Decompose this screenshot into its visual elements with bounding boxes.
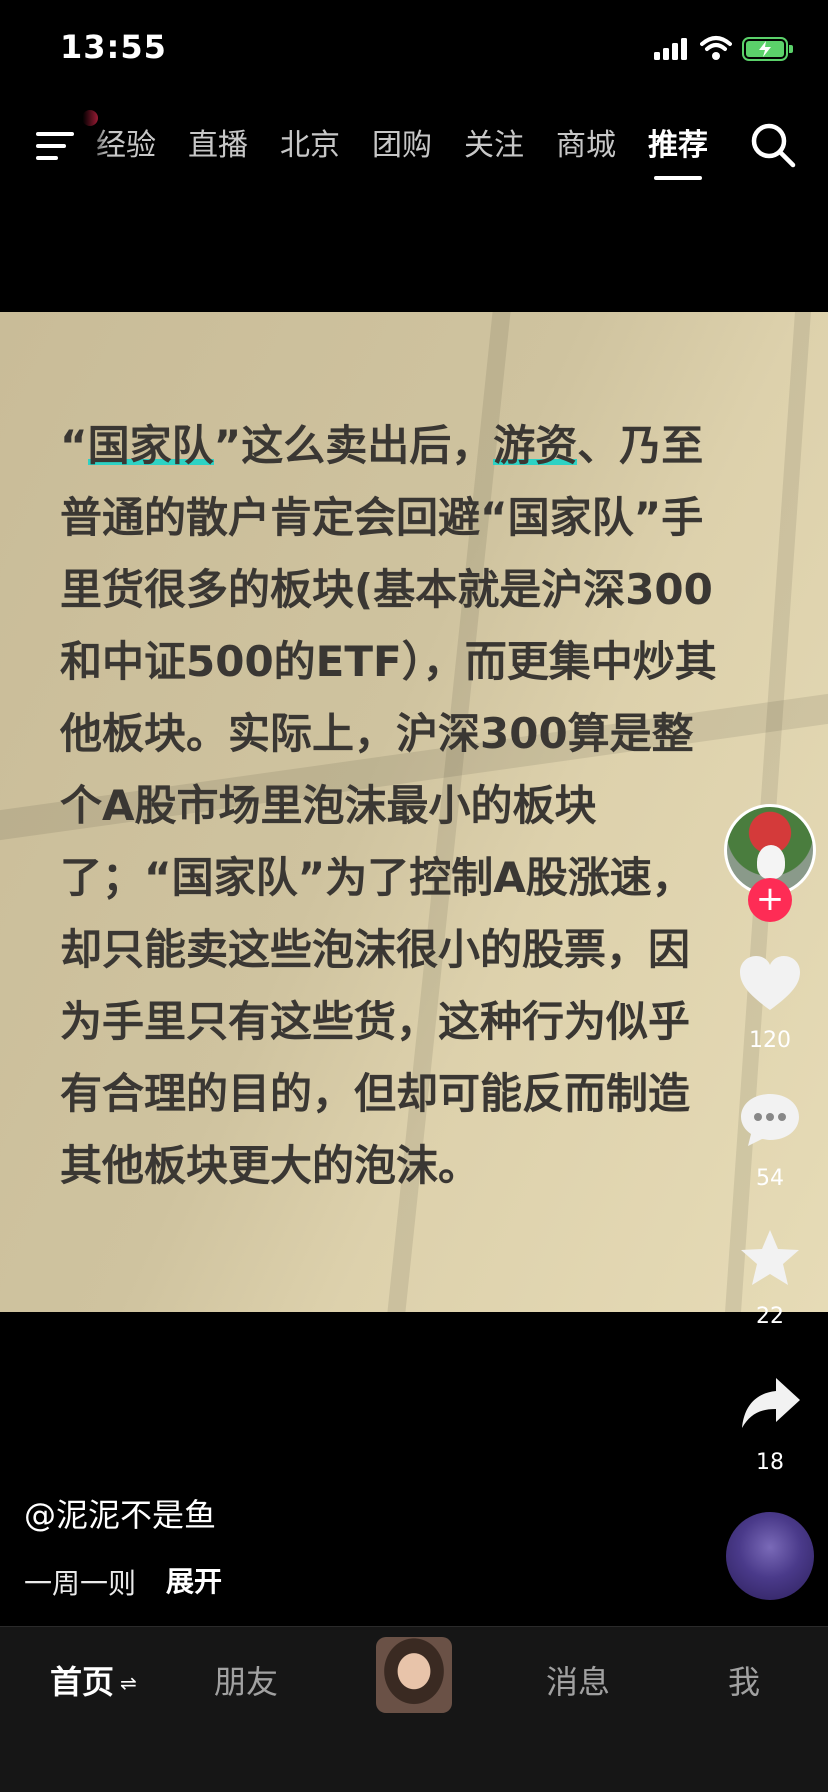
wifi-icon [700, 36, 732, 60]
tab-group-buy[interactable]: 团购 [372, 120, 432, 164]
post-highlight: 国家队 [87, 421, 214, 470]
tab-home[interactable]: 首页 [50, 1657, 114, 1703]
create-avatar-button[interactable] [376, 1637, 452, 1713]
tab-fade-mask [80, 110, 108, 170]
tab-me[interactable]: 我 [728, 1657, 760, 1703]
active-tab-indicator [654, 176, 702, 180]
expand-button[interactable]: 展开 [166, 1560, 222, 1600]
status-bar: 13:55 [0, 0, 828, 100]
tab-friends[interactable]: 朋友 [214, 1657, 278, 1703]
battery-icon [742, 37, 793, 61]
switch-icon[interactable]: ⇌ [120, 1671, 137, 1695]
post-text-seg: “ [60, 421, 88, 470]
status-time: 13:55 [60, 28, 167, 66]
video-frame[interactable]: “国家队”这么卖出后，游资、乃至普通的散户肯定会回避“国家队”手里货很多的板块(… [0, 312, 828, 1312]
post-text-seg: 、乃至普通的散户肯定会回避“国家队”手里货很多的板块(基本就是沪深300和中证5… [60, 421, 717, 1190]
cellular-signal-icon [654, 38, 688, 60]
star-icon[interactable] [738, 1228, 802, 1288]
tab-beijing[interactable]: 北京 [280, 120, 340, 164]
menu-icon[interactable] [34, 120, 82, 168]
comment-count: 54 [756, 1166, 784, 1191]
tab-following[interactable]: 关注 [464, 120, 524, 164]
author-name[interactable]: @泥泥不是鱼 [24, 1490, 216, 1536]
post-text: “国家队”这么卖出后，游资、乃至普通的散户肯定会回避“国家队”手里货很多的板块(… [60, 410, 720, 1202]
share-count: 18 [756, 1450, 784, 1475]
bottom-tab-bar: 首页 ⇌ 朋友 消息 我 [0, 1626, 828, 1792]
post-highlight: 游资 [493, 421, 578, 470]
tab-messages[interactable]: 消息 [546, 1657, 610, 1703]
tab-recommend[interactable]: 推荐 [648, 120, 708, 164]
music-disc-icon[interactable] [726, 1512, 814, 1600]
top-nav: 经验 直播 北京 团购 关注 商城 推荐 [0, 100, 828, 190]
video-description: 一周一则 [24, 1567, 137, 1600]
search-icon[interactable] [748, 120, 798, 170]
share-icon[interactable] [738, 1374, 802, 1434]
heart-icon[interactable] [738, 954, 802, 1014]
tab-live[interactable]: 直播 [188, 120, 248, 164]
like-count: 120 [749, 1028, 791, 1053]
tab-mall[interactable]: 商城 [556, 120, 616, 164]
post-text-seg: ”这么卖出后， [213, 421, 494, 470]
favorite-count: 22 [756, 1304, 784, 1329]
comment-icon[interactable] [738, 1090, 802, 1150]
follow-button[interactable]: + [748, 878, 792, 922]
